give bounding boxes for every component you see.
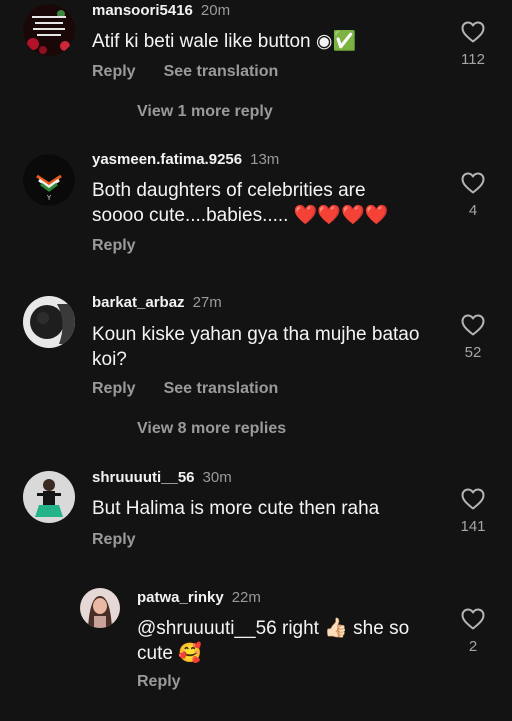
- view-more-replies[interactable]: View 1 more reply: [137, 103, 273, 121]
- heart-icon[interactable]: [461, 21, 485, 43]
- username[interactable]: yasmeen.fatima.9256: [92, 151, 242, 168]
- like-control: 2: [451, 608, 495, 655]
- comment-text: Atif ki beti wale like button ◉✅: [92, 31, 357, 52]
- comment-actions: Reply: [92, 531, 136, 549]
- like-count: 141: [460, 518, 486, 535]
- comment-text: Koun kiske yahan gya tha mujhe batao koi…: [92, 324, 420, 370]
- comment-header: yasmeen.fatima.9256 13m: [92, 151, 279, 168]
- comment-actions: Reply See translation: [92, 380, 278, 398]
- username[interactable]: patwa_rinky: [137, 589, 224, 606]
- see-translation-button[interactable]: See translation: [164, 63, 279, 80]
- timestamp: 13m: [250, 151, 280, 168]
- heart-icon[interactable]: [461, 488, 485, 510]
- timestamp: 27m: [192, 294, 222, 311]
- heart-icon[interactable]: [461, 172, 485, 194]
- avatar-image-icon: [23, 4, 75, 56]
- reply-button[interactable]: Reply: [137, 673, 181, 690]
- like-count: 52: [464, 344, 482, 361]
- avatar[interactable]: [23, 471, 75, 523]
- reply-button[interactable]: Reply: [92, 531, 136, 548]
- view-more-replies[interactable]: View 8 more replies: [137, 420, 286, 438]
- comment-actions: Reply: [92, 237, 136, 255]
- avatar[interactable]: Y: [23, 154, 75, 206]
- username[interactable]: mansoori5416: [92, 2, 193, 19]
- comment-header: barkat_arbaz 27m: [92, 294, 222, 311]
- heart-icon[interactable]: [461, 314, 485, 336]
- username[interactable]: shruuuuti__56: [92, 469, 195, 486]
- comment-actions: Reply: [137, 673, 181, 691]
- comment-text: Both daughters of celebrities are soooo …: [92, 180, 389, 226]
- timestamp: 22m: [231, 589, 261, 606]
- avatar[interactable]: [23, 4, 75, 56]
- like-count: 2: [468, 638, 478, 655]
- svg-text:Y: Y: [46, 194, 52, 202]
- comment-header: patwa_rinky 22m: [137, 589, 261, 606]
- like-control: 112: [451, 21, 495, 68]
- avatar-image-icon: [23, 296, 75, 348]
- comment-text: @shruuuuti__56 right 👍🏻 she so cute 🥰: [137, 618, 410, 664]
- reply-button[interactable]: Reply: [92, 380, 136, 397]
- like-count: 4: [468, 202, 478, 219]
- avatar[interactable]: [23, 296, 75, 348]
- reply-button[interactable]: Reply: [92, 237, 136, 254]
- comment-actions: Reply See translation: [92, 63, 278, 81]
- like-control: 141: [451, 488, 495, 535]
- heart-icon[interactable]: [461, 608, 485, 630]
- see-translation-button[interactable]: See translation: [164, 380, 279, 397]
- like-control: 52: [451, 314, 495, 361]
- avatar-image-icon: Y: [23, 154, 75, 206]
- comment-text: But Halima is more cute then raha: [92, 498, 380, 519]
- timestamp: 30m: [202, 469, 232, 486]
- avatar-image-icon: [80, 588, 120, 628]
- avatar-image-icon: [23, 471, 75, 523]
- like-count: 112: [461, 51, 485, 68]
- username[interactable]: barkat_arbaz: [92, 294, 185, 311]
- like-control: 4: [451, 172, 495, 219]
- comment-header: shruuuuti__56 30m: [92, 469, 232, 486]
- reply-button[interactable]: Reply: [92, 63, 136, 80]
- timestamp: 20m: [200, 2, 231, 19]
- avatar[interactable]: [80, 588, 120, 628]
- comment-header: mansoori5416 20m: [92, 2, 230, 19]
